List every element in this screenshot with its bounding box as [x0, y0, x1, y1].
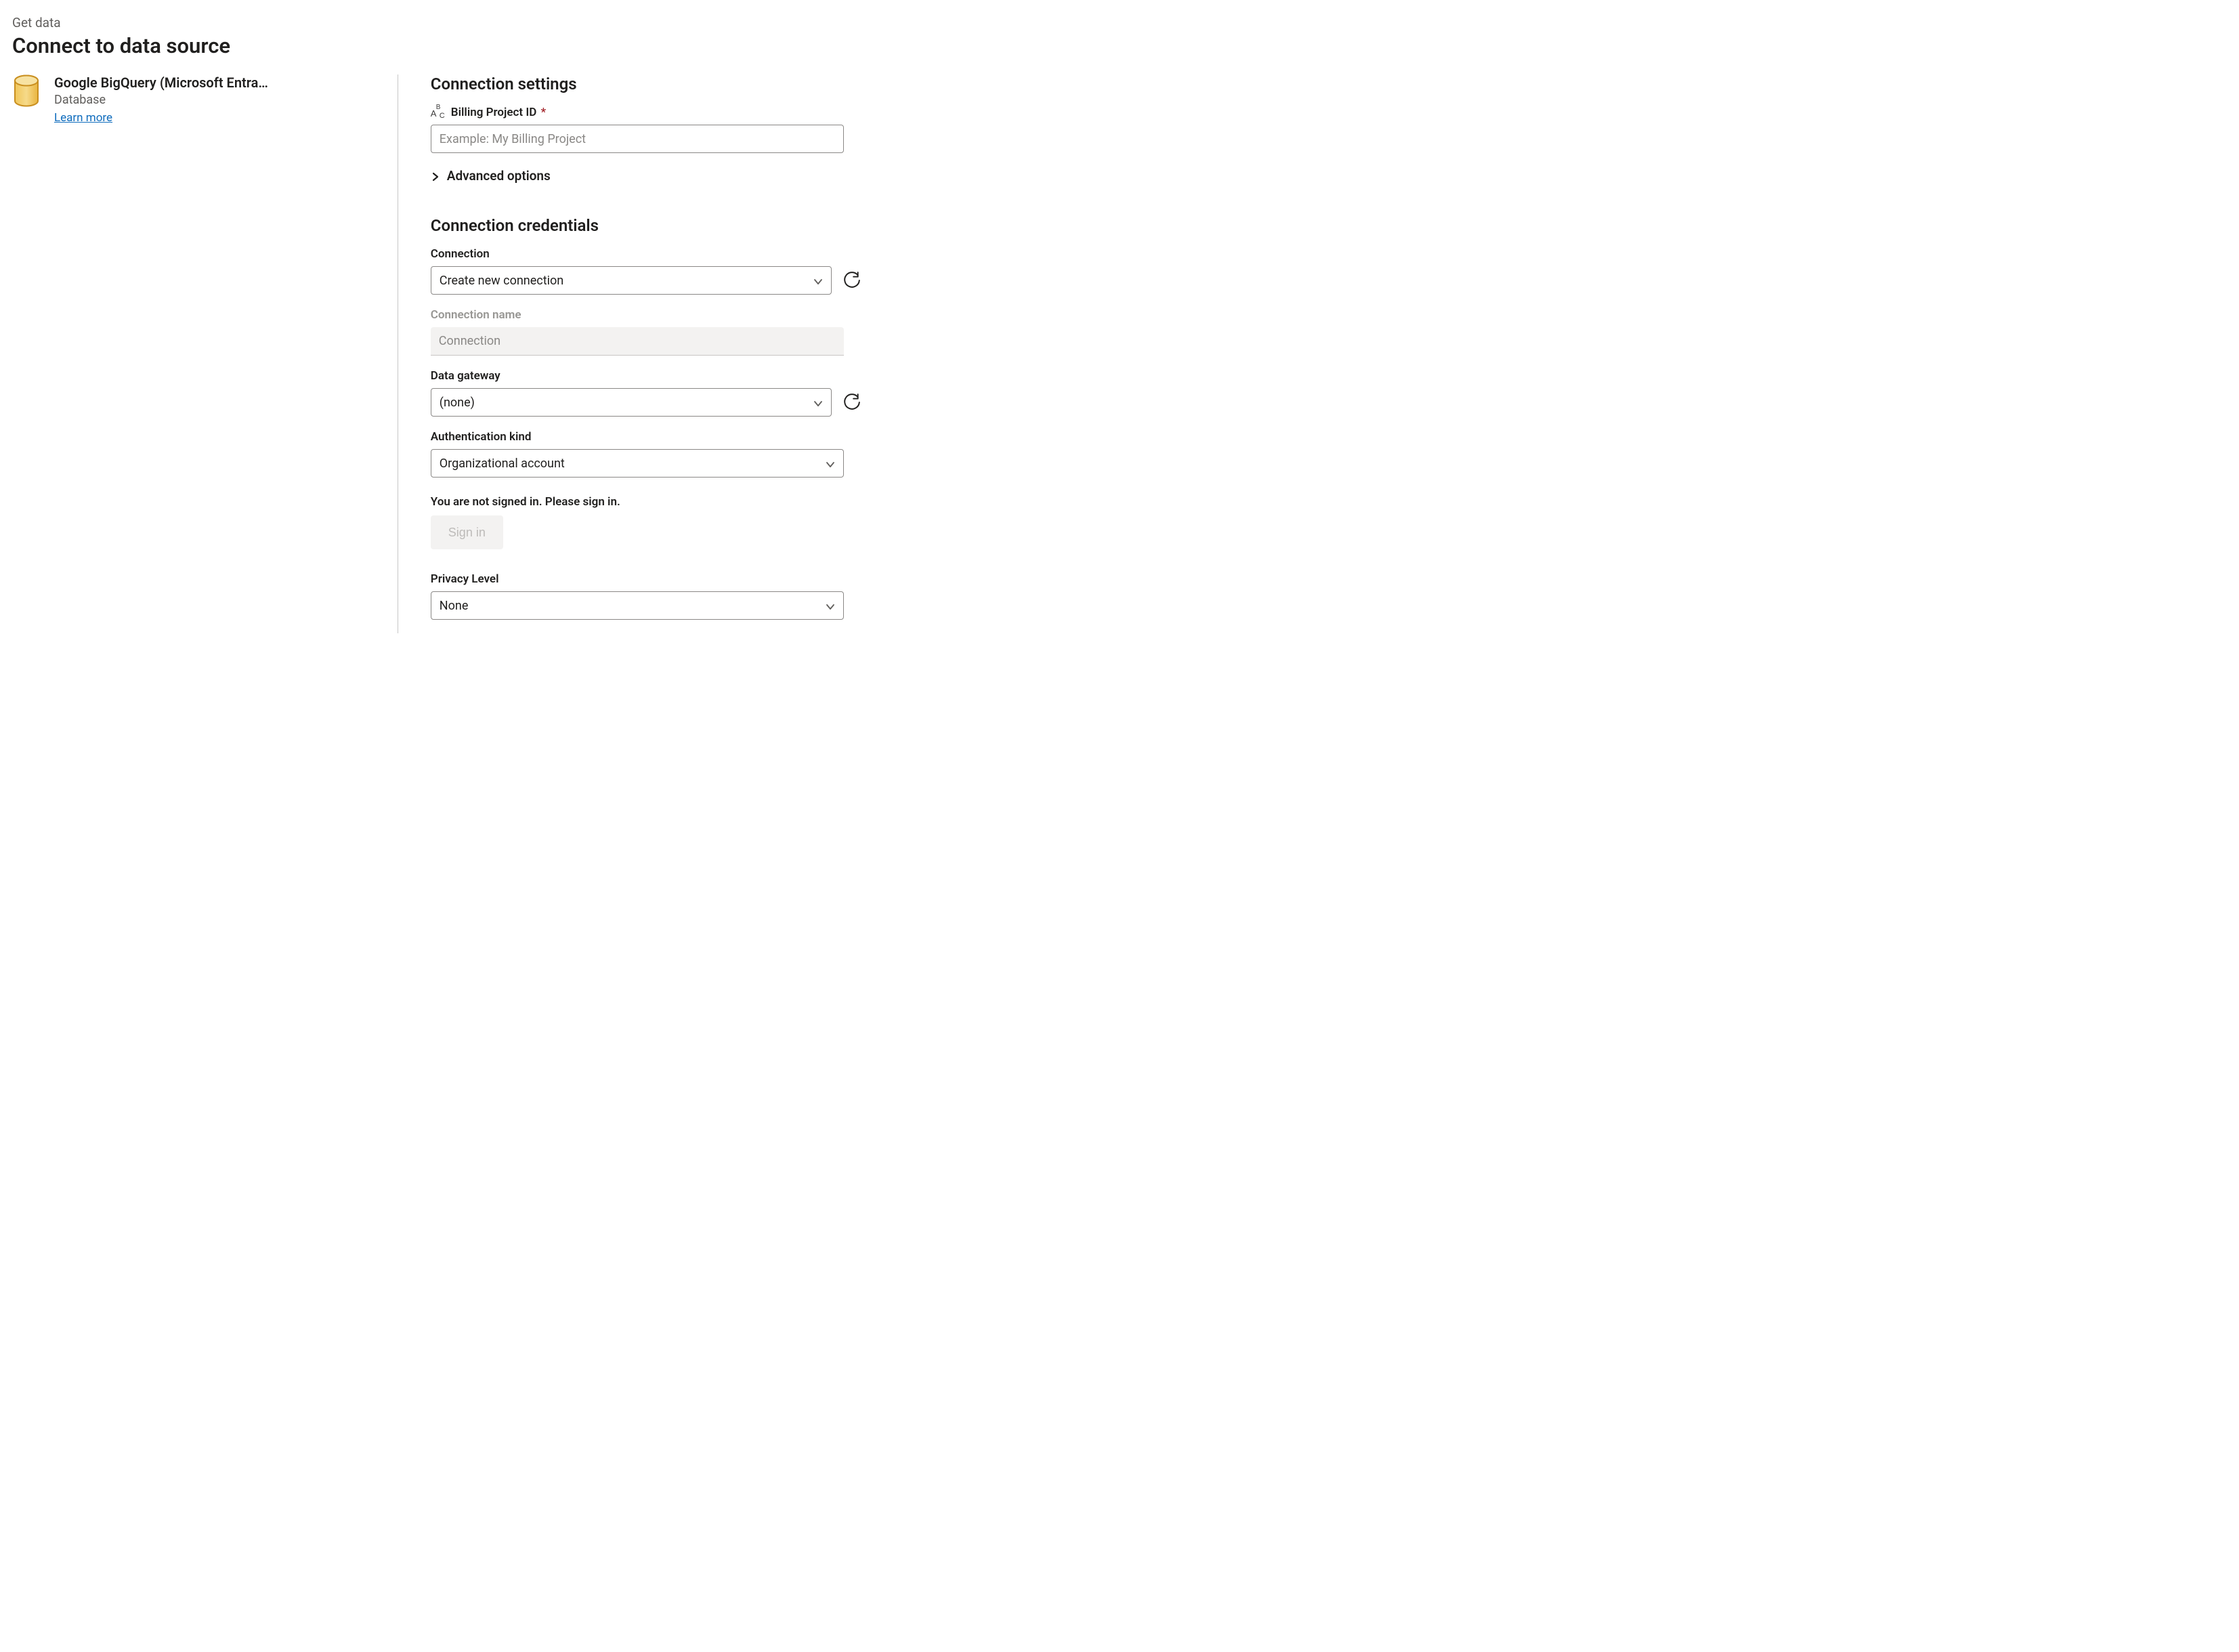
- connector-title: Google BigQuery (Microsoft Entra…: [54, 75, 268, 91]
- billing-label: Billing Project ID *: [451, 106, 546, 119]
- chevron-down-icon: [826, 459, 835, 468]
- connection-label: Connection: [431, 247, 861, 261]
- database-icon: [12, 75, 41, 107]
- connector-card: Google BigQuery (Microsoft Entra… Databa…: [12, 75, 377, 125]
- signin-message: You are not signed in. Please sign in.: [431, 495, 861, 509]
- gateway-select[interactable]: (none): [431, 388, 832, 417]
- chevron-right-icon: [431, 171, 440, 181]
- advanced-options-label: Advanced options: [447, 168, 551, 184]
- learn-more-link[interactable]: Learn more: [54, 111, 112, 125]
- billing-project-input[interactable]: [431, 125, 844, 153]
- privacy-select[interactable]: None: [431, 591, 844, 620]
- breadcrumb: Get data: [12, 15, 868, 30]
- text-type-icon: ABC: [431, 106, 446, 119]
- chevron-down-icon: [813, 398, 823, 407]
- connection-name-label: Connection name: [431, 308, 861, 322]
- auth-kind-label: Authentication kind: [431, 430, 861, 444]
- chevron-down-icon: [813, 276, 823, 285]
- settings-heading: Connection settings: [431, 75, 861, 93]
- connection-name-input: [431, 327, 844, 356]
- privacy-label: Privacy Level: [431, 572, 861, 586]
- credentials-heading: Connection credentials: [431, 216, 861, 235]
- auth-kind-select[interactable]: Organizational account: [431, 449, 844, 478]
- advanced-options-toggle[interactable]: Advanced options: [431, 168, 861, 184]
- connector-category: Database: [54, 93, 268, 107]
- chevron-down-icon: [826, 601, 835, 610]
- connection-select[interactable]: Create new connection: [431, 266, 832, 295]
- gateway-value: (none): [440, 396, 475, 410]
- gateway-label: Data gateway: [431, 369, 861, 383]
- signin-button[interactable]: Sign in: [431, 515, 503, 549]
- auth-kind-value: Organizational account: [440, 457, 565, 471]
- refresh-gateway-button[interactable]: [843, 393, 861, 412]
- page-title: Connect to data source: [12, 33, 868, 58]
- connection-value: Create new connection: [440, 274, 563, 288]
- privacy-value: None: [440, 599, 469, 613]
- required-mark: *: [541, 106, 547, 119]
- refresh-connection-button[interactable]: [843, 271, 861, 290]
